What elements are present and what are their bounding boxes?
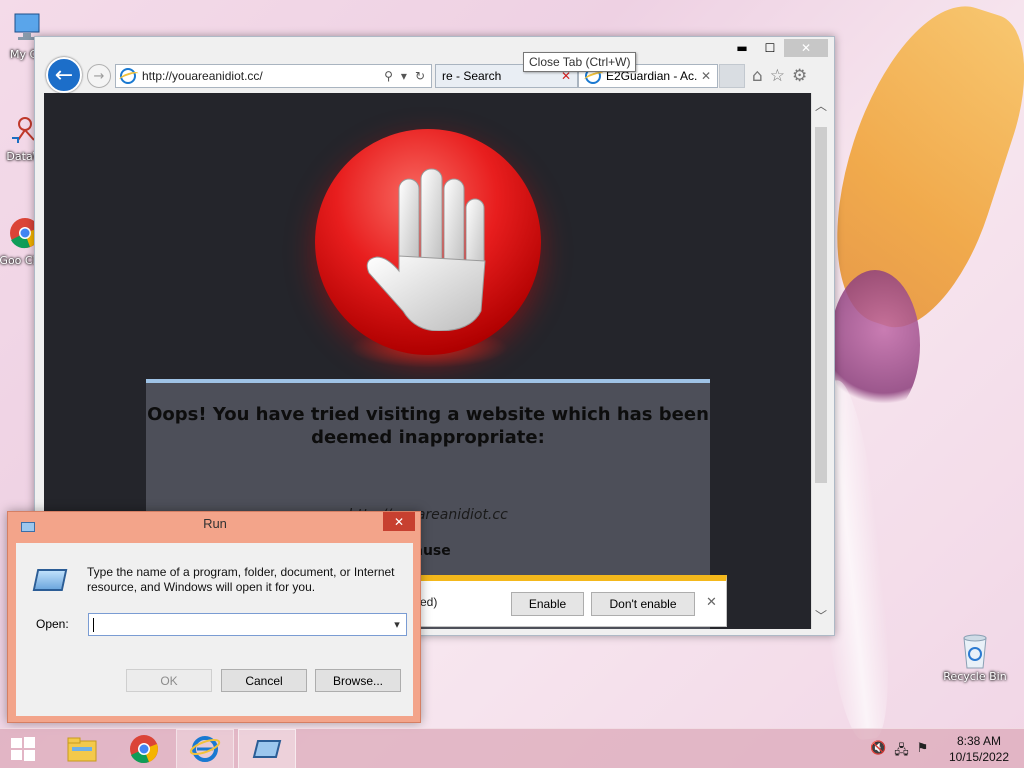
desktop-icon-label: Recycle Bin: [943, 670, 1007, 683]
ie-favicon: [120, 68, 136, 84]
close-icon: ✕: [393, 514, 405, 529]
refresh-icon[interactable]: ↻: [415, 69, 425, 83]
forward-button[interactable]: →: [87, 64, 111, 88]
close-dialog-button[interactable]: ✕: [383, 512, 415, 531]
text-caret: [93, 617, 94, 632]
chevron-down-icon[interactable]: ▾: [388, 618, 406, 631]
taskbar: 🔇 🖧 ⚑ 8:38 AM 10/15/2022: [0, 728, 1024, 768]
address-tools: ⚲ ▾ ↻: [384, 69, 431, 83]
block-heading: Oops! You have tried visiting a website …: [147, 404, 709, 448]
arrow-left-icon: ←: [54, 62, 74, 88]
folder-icon: [67, 737, 97, 762]
wallpaper-petal: [802, 0, 1024, 346]
taskbar-run[interactable]: [238, 729, 296, 768]
vertical-scrollbar[interactable]: ︿ ﹀: [811, 93, 829, 629]
run-dialog: Run ✕ Type the name of a program, folder…: [7, 511, 421, 723]
run-dialog-footer: OK Cancel Browse...: [16, 656, 413, 716]
notification-text: ed): [420, 595, 438, 609]
taskbar-chrome[interactable]: [115, 729, 173, 768]
desktop-icon-recycle-bin[interactable]: Recycle Bin: [940, 632, 1010, 683]
ie-icon: [189, 736, 221, 762]
gear-icon[interactable]: ⚙: [792, 66, 807, 86]
close-tab-icon[interactable]: ✕: [701, 69, 711, 83]
chevron-down-icon[interactable]: ﹀: [812, 607, 830, 623]
address-text[interactable]: http://youareanidiot.cc/: [142, 69, 384, 83]
favorites-star-icon[interactable]: ☆: [770, 66, 785, 86]
stop-hand-icon: [366, 168, 486, 331]
run-description: Type the name of a program, folder, docu…: [87, 565, 395, 594]
close-window-button[interactable]: ✕: [784, 39, 828, 57]
open-input[interactable]: ▾: [88, 613, 407, 636]
maximize-button[interactable]: ☐: [756, 39, 784, 57]
run-icon: [252, 740, 282, 758]
close-tab-tooltip: Close Tab (Ctrl+W): [523, 52, 637, 72]
cancel-button[interactable]: Cancel: [221, 669, 307, 692]
dont-enable-button[interactable]: Don't enable: [591, 592, 695, 616]
action-center-flag-icon[interactable]: ⚑: [917, 741, 929, 763]
taskbar-file-explorer[interactable]: [53, 729, 111, 768]
network-icon[interactable]: 🖧: [894, 741, 909, 763]
address-bar[interactable]: http://youareanidiot.cc/ ⚲ ▾ ↻: [115, 64, 432, 88]
open-label: Open:: [36, 617, 69, 631]
system-tray: 🔇 🖧 ⚑: [870, 741, 928, 763]
dropdown-icon[interactable]: ▾: [401, 69, 407, 83]
search-icon[interactable]: ⚲: [384, 69, 393, 83]
home-icon[interactable]: ⌂: [752, 66, 763, 86]
toolbar-icons: ⌂ ☆ ⚙: [752, 66, 807, 86]
enable-button[interactable]: Enable: [511, 592, 584, 616]
scrollbar-thumb[interactable]: [815, 127, 827, 483]
clock-date: 10/15/2022: [948, 750, 1010, 764]
arrow-right-icon: →: [93, 68, 105, 84]
speaker-muted-icon[interactable]: 🔇: [870, 741, 886, 763]
windows-logo-icon: [11, 737, 35, 761]
run-program-icon: [32, 569, 68, 591]
browse-button[interactable]: Browse...: [315, 669, 401, 692]
window-controls: ▬ ☐ ✕: [728, 39, 828, 57]
clock-time: 8:38 AM: [956, 734, 1002, 748]
run-dialog-title: Run: [203, 516, 227, 531]
chrome-icon: [130, 735, 158, 764]
close-icon[interactable]: ✕: [706, 595, 717, 610]
minimize-button[interactable]: ▬: [728, 39, 756, 57]
new-tab-button[interactable]: [719, 64, 745, 88]
back-button[interactable]: ←: [46, 57, 82, 93]
start-button[interactable]: [0, 729, 46, 768]
notification-bar: ed) Enable Don't enable ✕: [415, 575, 727, 627]
chevron-up-icon[interactable]: ︿: [812, 97, 830, 113]
ok-button[interactable]: OK: [126, 669, 212, 692]
taskbar-internet-explorer[interactable]: [176, 729, 234, 768]
recycle-bin-icon: [958, 632, 992, 669]
clock[interactable]: 8:38 AM 10/15/2022: [938, 733, 1020, 765]
